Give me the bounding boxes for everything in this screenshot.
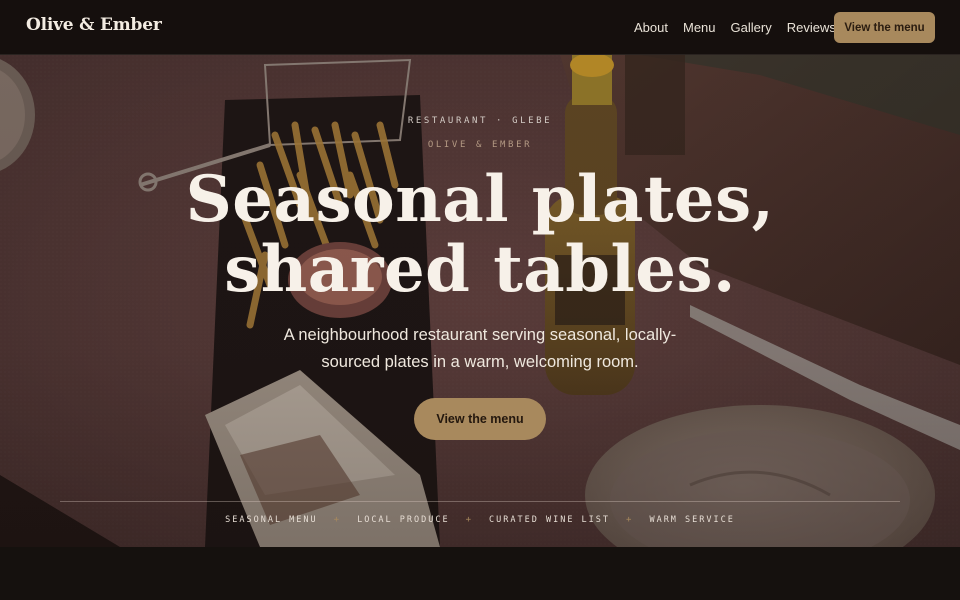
nav-link-menu[interactable]: Menu bbox=[683, 20, 716, 35]
brand-logo[interactable]: Olive & Ember bbox=[26, 15, 162, 35]
hero-headline-line1: Seasonal plates, bbox=[185, 162, 775, 237]
nav-link-gallery[interactable]: Gallery bbox=[731, 20, 772, 35]
hero-view-menu-button[interactable]: View the menu bbox=[414, 398, 546, 440]
nav-links: About Menu Gallery Reviews bbox=[634, 20, 836, 35]
feature-separator: + bbox=[465, 515, 474, 525]
nav-view-menu-button[interactable]: View the menu bbox=[834, 12, 935, 43]
feature-list: SEASONAL MENU + LOCAL PRODUCE + CURATED … bbox=[0, 515, 960, 525]
feature-curated-wine-list: CURATED WINE LIST bbox=[489, 515, 611, 525]
navbar: Olive & Ember About Menu Gallery Reviews… bbox=[0, 0, 960, 55]
hero-eyebrow-brand: OLIVE & EMBER bbox=[427, 140, 533, 150]
hero-subtext: A neighbourhood restaurant serving seaso… bbox=[0, 322, 960, 376]
feature-local-produce: LOCAL PRODUCE bbox=[357, 515, 450, 525]
page-bottom-band bbox=[0, 547, 960, 600]
feature-separator: + bbox=[333, 515, 342, 525]
hero-eyebrow: RESTAURANT · GLEBE bbox=[407, 116, 553, 126]
feature-separator: + bbox=[626, 515, 634, 525]
nav-link-reviews[interactable]: Reviews bbox=[787, 20, 836, 35]
hero-headline: Seasonal plates, shared tables. bbox=[0, 165, 960, 305]
hero-headline-line2: shared tables. bbox=[224, 232, 736, 307]
feature-warm-service: WARM SERVICE bbox=[649, 515, 735, 525]
hero-section: RESTAURANT · GLEBE OLIVE & EMBER Seasona… bbox=[0, 55, 960, 547]
hero-subtext-line1: A neighbourhood restaurant serving seaso… bbox=[283, 326, 677, 344]
hero-subtext-line2: sourced plates in a warm, welcoming room… bbox=[321, 353, 639, 371]
nav-link-about[interactable]: About bbox=[634, 20, 668, 35]
feature-seasonal-menu: SEASONAL MENU bbox=[225, 515, 318, 525]
hero-divider bbox=[60, 501, 900, 502]
